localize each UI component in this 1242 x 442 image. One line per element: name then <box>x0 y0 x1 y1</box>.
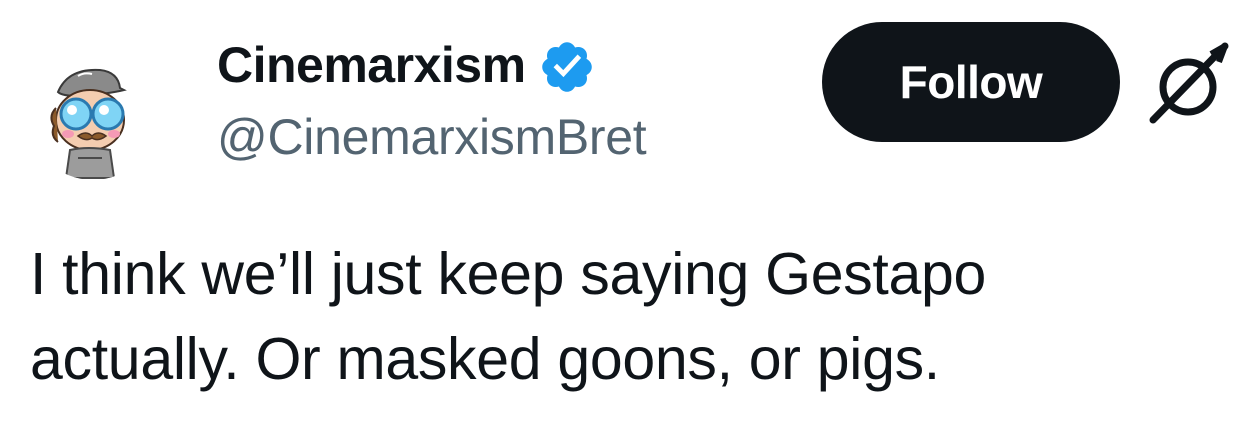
tweet-line-2: actually. Or masked goons, or pigs. <box>30 326 940 392</box>
avatar[interactable] <box>28 50 158 180</box>
author-handle[interactable]: @CinemarxismBret <box>217 108 647 166</box>
tweet-text: I think we’ll just keep saying Gestapo a… <box>30 232 1220 402</box>
grok-icon[interactable] <box>1145 40 1231 126</box>
avatar-image <box>50 68 127 179</box>
tweet-line-1: I think we’ll just keep saying Gestapo <box>30 241 987 307</box>
author-display-name[interactable]: Cinemarxism <box>217 36 526 94</box>
verified-badge-icon[interactable] <box>538 38 596 96</box>
follow-button[interactable]: Follow <box>822 22 1120 142</box>
author-name-row: Cinemarxism <box>217 30 596 100</box>
